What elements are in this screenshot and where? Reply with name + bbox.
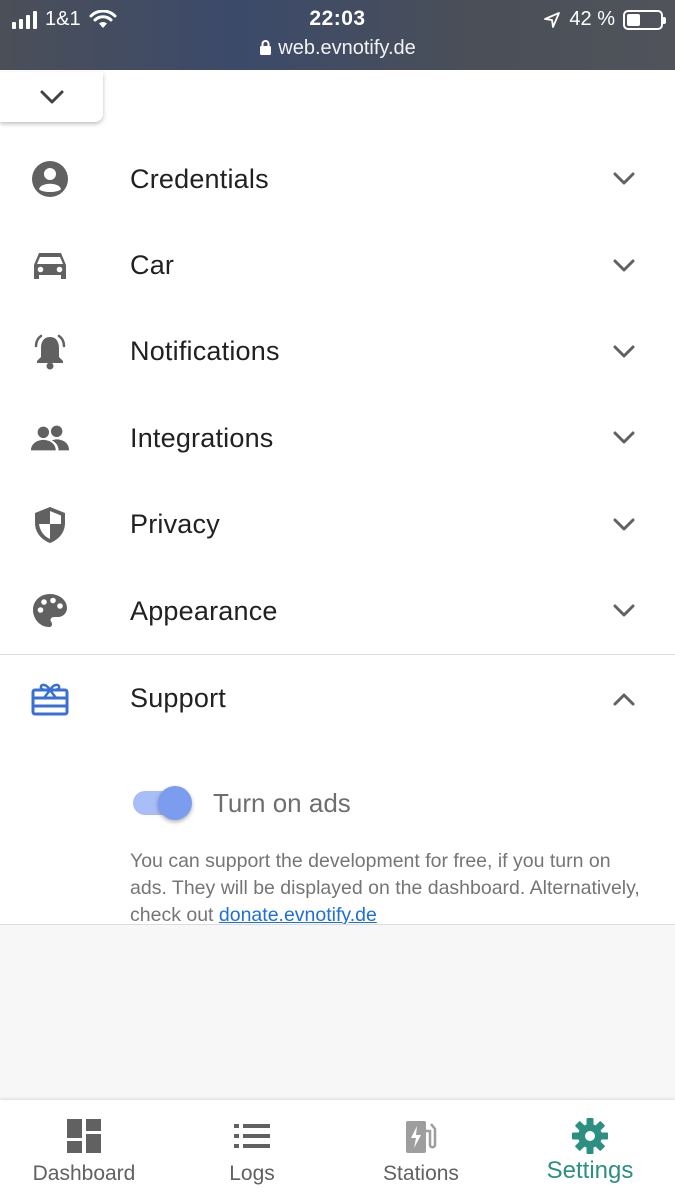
section-appearance[interactable]: Appearance — [0, 568, 675, 654]
section-label: Privacy — [130, 509, 220, 540]
ads-toggle[interactable] — [133, 785, 195, 820]
gear-icon — [570, 1116, 610, 1156]
nav-stations[interactable]: Stations — [337, 1100, 505, 1200]
empty-area — [0, 924, 675, 1100]
section-integrations[interactable]: Integrations — [0, 395, 675, 481]
dashboard-icon — [64, 1116, 104, 1156]
account-circle-icon — [30, 159, 70, 199]
section-label: Notifications — [130, 336, 280, 367]
lock-icon — [260, 40, 272, 55]
section-support[interactable]: Support — [0, 655, 675, 741]
car-icon — [30, 246, 70, 286]
chevron-down-icon — [613, 431, 635, 444]
chevron-down-icon — [613, 518, 635, 531]
url-bar[interactable]: web.evnotify.de — [0, 37, 675, 60]
people-icon — [30, 418, 70, 458]
settings-list: Credentials Car Notifications Integratio… — [0, 136, 675, 926]
support-description: You can support the development for free… — [130, 849, 640, 926]
chevron-up-icon — [613, 693, 635, 706]
chevron-down-icon — [613, 345, 635, 358]
section-privacy[interactable]: Privacy — [0, 482, 675, 568]
nav-dashboard[interactable]: Dashboard — [0, 1100, 168, 1200]
section-label: Integrations — [130, 422, 274, 453]
section-notifications[interactable]: Notifications — [0, 309, 675, 395]
chevron-down-icon — [613, 604, 635, 617]
donate-link[interactable]: donate.evnotify.de — [219, 904, 377, 926]
url-text: web.evnotify.de — [278, 37, 416, 59]
battery-icon — [623, 9, 666, 30]
section-label: Credentials — [130, 163, 269, 194]
battery-percent: 42 % — [569, 8, 615, 30]
chevron-down-icon — [613, 259, 635, 272]
shield-icon — [30, 505, 70, 545]
ads-toggle-label[interactable]: Turn on ads — [213, 788, 351, 819]
card-giftcard-icon — [30, 679, 70, 719]
nav-settings[interactable]: Settings — [506, 1100, 674, 1200]
list-icon — [232, 1116, 272, 1156]
chevron-down-icon — [613, 172, 635, 185]
nav-label: Settings — [546, 1157, 634, 1184]
section-credentials[interactable]: Credentials — [0, 136, 675, 222]
nav-label: Stations — [383, 1162, 459, 1185]
palette-icon — [30, 591, 70, 631]
location-arrow-icon — [544, 11, 561, 28]
section-label: Appearance — [130, 595, 278, 626]
section-label: Car — [130, 250, 175, 281]
ev-station-icon — [401, 1116, 441, 1156]
chevron-down-icon — [40, 90, 63, 104]
bell-ringing-icon — [30, 332, 70, 372]
status-bar: 1&1 22:03 web.evnotify.de 42 % — [0, 0, 675, 70]
nav-logs[interactable]: Logs — [168, 1100, 336, 1200]
section-car[interactable]: Car — [0, 222, 675, 308]
bottom-navigation: Dashboard Logs Stations Settings — [0, 1100, 675, 1200]
collapse-toggle-button[interactable] — [0, 72, 103, 122]
section-label: Support — [130, 683, 226, 714]
support-panel: Turn on ads You can support the developm… — [0, 742, 675, 926]
nav-label: Dashboard — [32, 1162, 136, 1185]
nav-label: Logs — [229, 1162, 275, 1185]
